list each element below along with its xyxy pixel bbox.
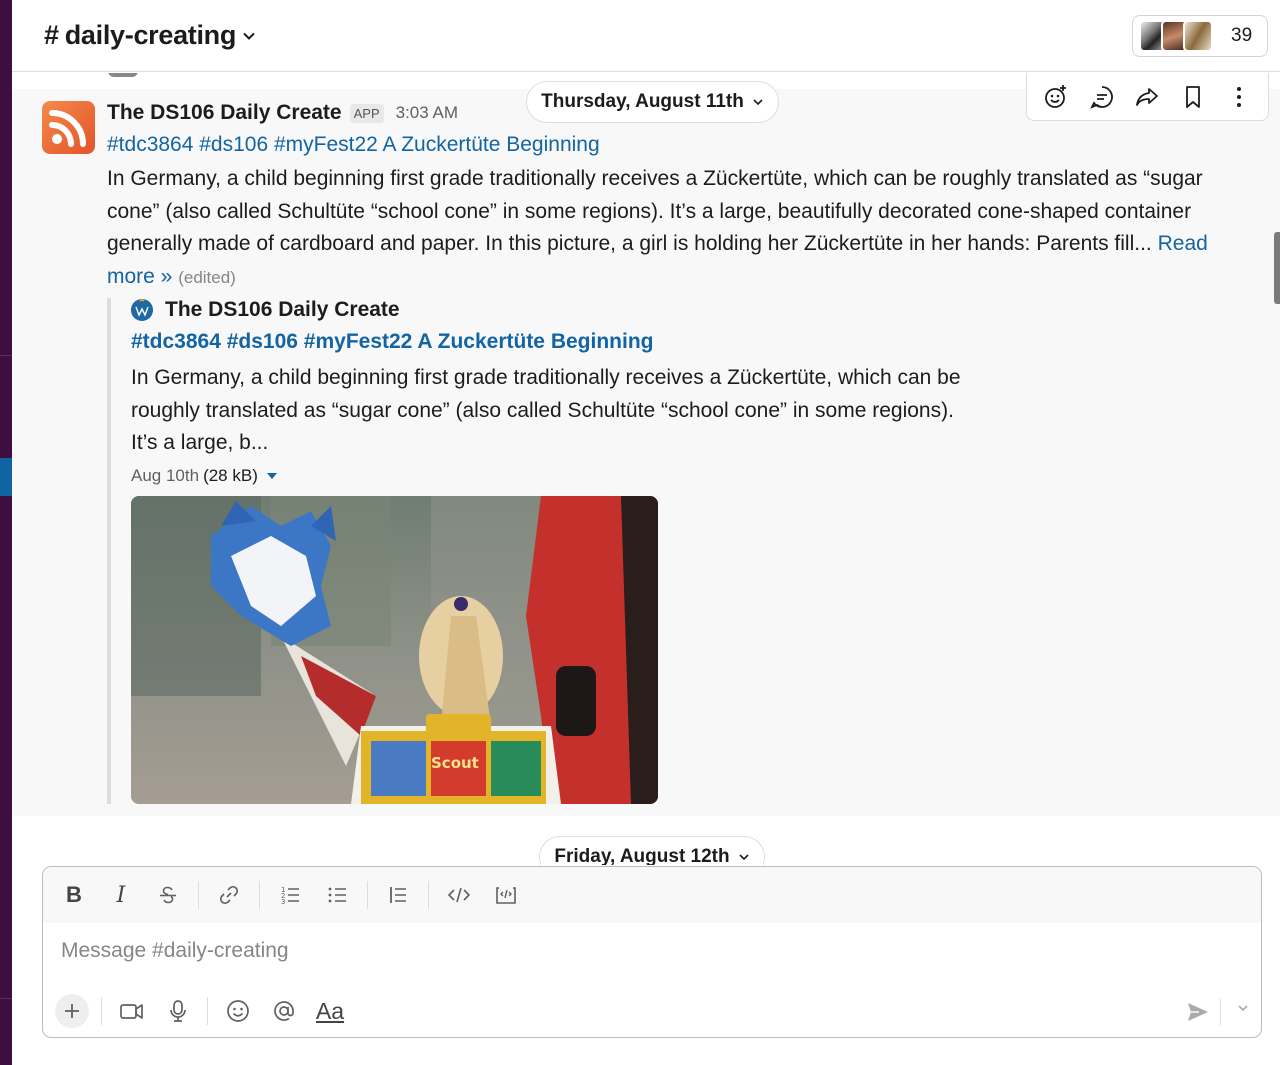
zuckertuete-photo: Scout	[131, 496, 658, 804]
rss-app-avatar[interactable]	[42, 101, 95, 154]
message-timestamp[interactable]: 3:03 AM	[396, 103, 458, 123]
rss-icon	[49, 110, 86, 147]
microphone-icon[interactable]	[161, 994, 195, 1028]
send-icon[interactable]	[1183, 997, 1213, 1027]
message-text: In Germany, a child beginning first grad…	[107, 167, 1203, 255]
ordered-list-icon[interactable]: 123	[273, 878, 307, 912]
chevron-down-icon[interactable]	[1237, 1001, 1249, 1017]
channel-view: # daily-creating 39 Thursday, August 11t…	[12, 0, 1280, 1065]
attachment-title-link[interactable]: #tdc3864 #ds106 #myFest22 A Zuckertüte B…	[131, 330, 653, 354]
blockquote-icon[interactable]	[381, 878, 415, 912]
channel-header: # daily-creating 39	[12, 0, 1280, 72]
attachment-author: The DS106 Daily Create	[165, 298, 400, 321]
message-actions-toolbar	[1026, 73, 1269, 121]
plus-icon[interactable]	[55, 994, 89, 1028]
reply-in-thread-icon[interactable]	[1087, 82, 1117, 112]
strikethrough-icon[interactable]	[151, 878, 185, 912]
avatar	[108, 73, 138, 77]
toolbar-separator	[1220, 999, 1221, 1025]
toolbar-separator	[207, 997, 208, 1025]
collapse-caret-icon[interactable]	[266, 471, 278, 481]
chevron-down-icon	[243, 32, 255, 40]
scrollbar-thumb[interactable]	[1274, 232, 1280, 304]
composer-actions: Aa	[43, 989, 1261, 1033]
sender-name[interactable]: The DS106 Daily Create	[107, 101, 342, 125]
emoji-icon[interactable]	[221, 994, 255, 1028]
sidebar-divider	[0, 998, 12, 999]
wordpress-icon	[131, 299, 153, 321]
date-label: Thursday, August 11th	[541, 91, 744, 112]
message-composer: B I 123 Message #daily-creating Aa	[42, 866, 1262, 1038]
toolbar-separator	[259, 881, 260, 909]
sidebar-selected-indicator	[0, 458, 12, 496]
date-label: Friday, August 12th	[554, 846, 730, 865]
add-reaction-icon[interactable]	[1041, 82, 1071, 112]
channel-title-button[interactable]: # daily-creating	[44, 20, 256, 51]
date-divider-button[interactable]: Thursday, August 11th	[526, 81, 779, 123]
message-list[interactable]: Thursday, August 11th The DS106 Daily Cr…	[12, 73, 1280, 865]
backpack-label: Scout	[431, 754, 479, 772]
post-title-link[interactable]: #tdc3864 #ds106 #myFest22 A Zuckertüte B…	[107, 133, 600, 157]
code-block-icon[interactable]	[489, 878, 523, 912]
workspace-sidebar-edge	[0, 0, 12, 1065]
svg-text:3: 3	[281, 898, 285, 906]
member-list-button[interactable]: 39	[1132, 15, 1268, 57]
channel-hash: #	[44, 20, 59, 50]
attachment-text: In Germany, a child beginning first grad…	[131, 366, 961, 454]
bullet-list-icon[interactable]	[320, 878, 354, 912]
message-body: In Germany, a child beginning first grad…	[107, 163, 1257, 294]
attachment-size: (28 kB)	[203, 466, 258, 485]
link-unfurl-attachment: The DS106 Daily Create #tdc3864 #ds106 #…	[107, 298, 1007, 804]
toolbar-separator	[198, 881, 199, 909]
attachment-header: The DS106 Daily Create	[131, 298, 400, 322]
message-input[interactable]: Message #daily-creating	[61, 939, 289, 963]
text-format-icon[interactable]: Aa	[313, 994, 347, 1028]
date-divider-button[interactable]: Friday, August 12th	[539, 836, 765, 865]
link-icon[interactable]	[212, 878, 246, 912]
edited-label: (edited)	[178, 267, 236, 287]
bookmark-icon[interactable]	[1178, 82, 1208, 112]
toolbar-separator	[101, 997, 102, 1025]
more-actions-icon[interactable]	[1224, 82, 1254, 112]
chevron-down-icon	[739, 854, 749, 861]
code-icon[interactable]	[442, 878, 476, 912]
attachment-meta: Aug 10th (28 kB)	[131, 466, 278, 486]
forward-icon[interactable]	[1132, 82, 1162, 112]
video-icon[interactable]	[115, 994, 149, 1028]
toolbar-separator	[428, 881, 429, 909]
mention-icon[interactable]	[267, 994, 301, 1028]
chevron-down-icon	[753, 99, 763, 106]
attachment-image[interactable]: Scout	[131, 496, 658, 804]
sidebar-divider	[0, 355, 12, 356]
bold-icon[interactable]: B	[57, 878, 91, 912]
app-badge: APP	[349, 103, 384, 123]
toolbar-separator	[367, 881, 368, 909]
attachment-date: Aug 10th	[131, 466, 200, 485]
member-avatars	[1139, 20, 1213, 52]
member-count: 39	[1231, 25, 1253, 46]
channel-name: daily-creating	[64, 20, 237, 50]
formatting-toolbar: B I 123	[43, 867, 1261, 923]
message-header: The DS106 Daily Create APP 3:03 AM	[107, 101, 458, 125]
avatar	[1183, 20, 1213, 52]
italic-icon[interactable]: I	[104, 878, 138, 912]
